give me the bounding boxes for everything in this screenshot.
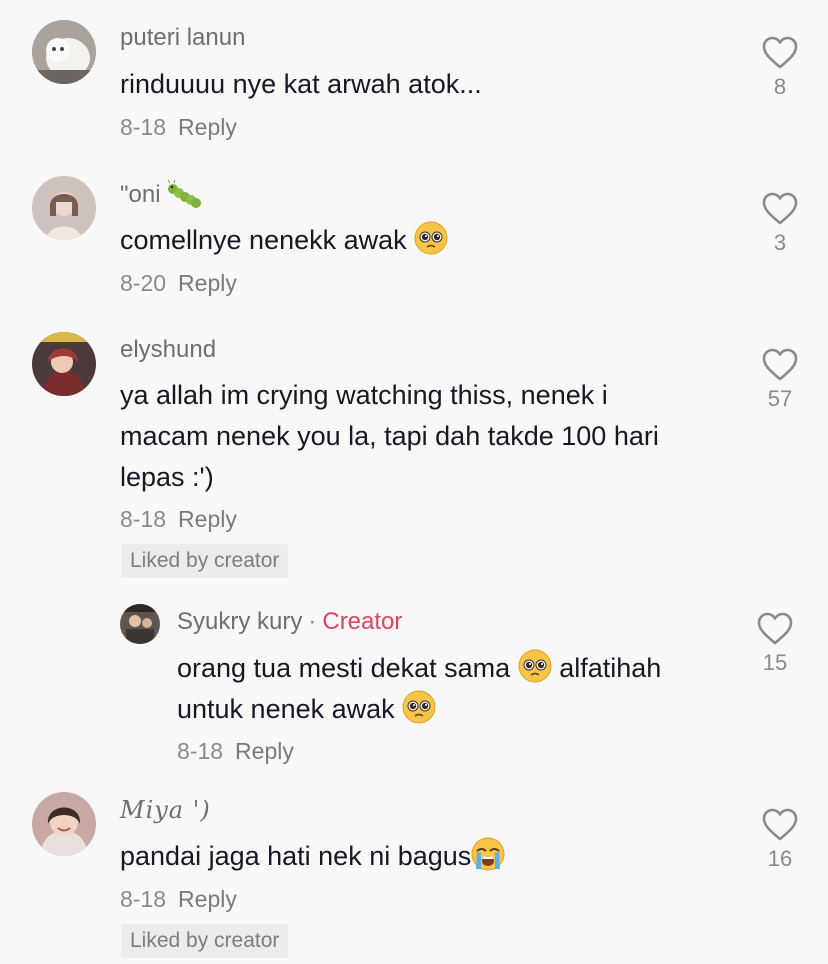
white-cat-avatar-icon bbox=[32, 20, 96, 84]
separator-dot: · bbox=[308, 608, 317, 635]
like-count: 57 bbox=[767, 386, 793, 411]
reply-button[interactable]: Reply bbox=[178, 886, 237, 912]
heart-icon bbox=[762, 36, 798, 69]
username[interactable]: "oni bbox=[120, 178, 202, 209]
like-button[interactable]: 15 bbox=[745, 612, 805, 676]
like-count: 8 bbox=[773, 74, 787, 99]
username[interactable]: Miya ') bbox=[120, 796, 211, 824]
comment-date: 8-20 bbox=[120, 270, 167, 296]
pleading-face-emoji-icon bbox=[414, 221, 448, 255]
username[interactable]: Syukry kury · Creator bbox=[177, 608, 402, 636]
username-text: "oni bbox=[120, 181, 161, 208]
comment-text-segment: untuk nenek awak bbox=[177, 694, 395, 724]
heart-icon bbox=[762, 348, 798, 381]
creator-avatar-icon bbox=[120, 604, 160, 644]
heart-icon bbox=[757, 612, 793, 645]
liked-by-creator-badge: Liked by creator bbox=[121, 544, 289, 578]
username[interactable]: elyshund bbox=[120, 336, 216, 364]
comment-date: 8-18 bbox=[120, 886, 167, 912]
reply-button[interactable]: Reply bbox=[178, 270, 237, 296]
avatar[interactable] bbox=[32, 332, 96, 396]
avatar[interactable] bbox=[32, 792, 96, 856]
reply-button[interactable]: Reply bbox=[178, 114, 237, 140]
comment-date: 8-18 bbox=[120, 506, 167, 532]
comment-text-line: ya allah im crying watching thiss, nenek… bbox=[120, 380, 608, 410]
heart-icon bbox=[762, 808, 798, 841]
pleading-face-emoji-icon bbox=[518, 649, 552, 683]
caterpillar-emoji-icon bbox=[167, 178, 202, 208]
username-text: Syukry kury bbox=[177, 608, 303, 635]
avatar[interactable] bbox=[32, 176, 96, 240]
comment-date: 8-18 bbox=[177, 738, 224, 764]
comment-text: orang tua mesti dekat sama alfatihah unt… bbox=[177, 648, 737, 730]
like-count: 16 bbox=[767, 846, 793, 871]
reply-button[interactable]: Reply bbox=[178, 506, 237, 532]
comment-meta: 8-20 Reply bbox=[120, 270, 237, 297]
like-count: 15 bbox=[762, 650, 788, 675]
username[interactable]: puteri lanun bbox=[120, 24, 245, 52]
comment-text-line: macam nenek you la, tapi dah takde 100 h… bbox=[120, 421, 659, 451]
anime-avatar-icon bbox=[32, 332, 96, 396]
like-button[interactable]: 3 bbox=[750, 192, 810, 256]
comment-text-line: orang tua mesti dekat sama alfatihah bbox=[177, 648, 737, 689]
person-avatar-icon bbox=[32, 176, 96, 240]
reply-button[interactable]: Reply bbox=[235, 738, 294, 764]
crying-face-emoji-icon bbox=[471, 837, 505, 871]
like-button[interactable]: 16 bbox=[750, 808, 810, 872]
comment-meta: 8-18 Reply bbox=[177, 738, 294, 765]
comment-date: 8-18 bbox=[120, 114, 167, 140]
comment-text-line: lepas :') bbox=[120, 462, 214, 492]
comment-meta: 8-18 Reply bbox=[120, 114, 237, 141]
comment-text-segment: orang tua mesti dekat sama bbox=[177, 653, 511, 683]
like-button[interactable]: 8 bbox=[750, 36, 810, 100]
comment-text-content: comellnye nenekk awak bbox=[120, 225, 407, 255]
comment-text-content: pandai jaga hati nek ni bagus bbox=[120, 841, 472, 871]
pleading-face-emoji-icon bbox=[402, 690, 436, 724]
avatar[interactable] bbox=[120, 604, 160, 644]
like-button[interactable]: 57 bbox=[750, 348, 810, 412]
creator-label: Creator bbox=[322, 608, 403, 635]
comment-text-line: untuk nenek awak bbox=[177, 689, 737, 730]
liked-by-creator-badge: Liked by creator bbox=[121, 924, 289, 958]
comment-text: pandai jaga hati nek ni bagus bbox=[120, 836, 720, 877]
comment-meta: 8-18 Reply bbox=[120, 886, 237, 913]
heart-icon bbox=[762, 192, 798, 225]
avatar[interactable] bbox=[32, 20, 96, 84]
comment-text: ya allah im crying watching thiss, nenek… bbox=[120, 375, 720, 498]
comment-text: rinduuuu nye kat arwah atok... bbox=[120, 69, 482, 99]
like-count: 3 bbox=[773, 230, 787, 255]
comment-meta: 8-18 Reply bbox=[120, 506, 237, 533]
girl-avatar-icon bbox=[32, 792, 96, 856]
comment-text-segment: alfatihah bbox=[559, 653, 662, 683]
comment-text: comellnye nenekk awak bbox=[120, 220, 720, 261]
